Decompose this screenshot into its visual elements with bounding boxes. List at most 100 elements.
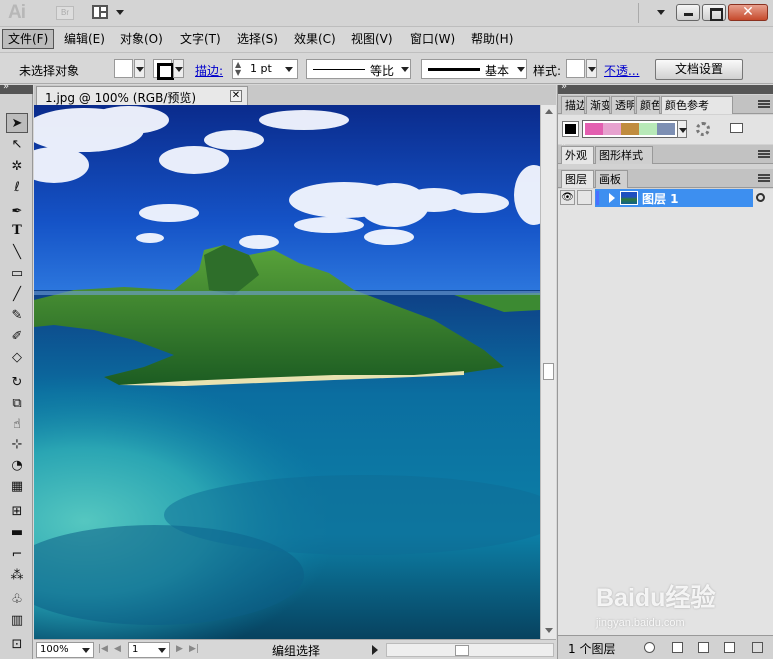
tools-panel-header[interactable] <box>0 81 33 94</box>
workspace-dropdown-icon[interactable] <box>657 10 665 15</box>
spinner-icon[interactable]: ▲ ▼ <box>235 61 241 77</box>
panel-menu-icon[interactable] <box>758 100 770 108</box>
zoom-field[interactable]: 100% <box>36 642 94 658</box>
layer-row[interactable]: 👁 图层 1 <box>558 189 773 207</box>
blend-tool-icon[interactable]: ⁂ <box>6 566 28 586</box>
stroke-weight-field[interactable]: ▲ ▼ 1 pt <box>232 59 298 79</box>
tab-appearance[interactable]: 外观 <box>561 146 594 164</box>
scroll-down-icon[interactable] <box>545 628 553 633</box>
first-artboard-icon[interactable]: |◀ <box>98 644 108 654</box>
artboard-tool-icon[interactable]: ⊡ <box>6 635 28 655</box>
tab-stroke[interactable]: 描边 <box>561 96 585 114</box>
expand-triangle-icon[interactable] <box>609 193 615 203</box>
menu-file[interactable]: 文件(F) <box>2 29 55 49</box>
harmony-swatch[interactable] <box>621 123 639 135</box>
perspective-grid-tool-icon[interactable]: ▦ <box>6 477 28 497</box>
vertical-scroll-thumb[interactable] <box>543 363 554 380</box>
document-setup-button[interactable]: 文档设置 <box>655 59 743 80</box>
warp-tool-icon[interactable]: ☝ <box>6 415 28 435</box>
harmony-swatch[interactable] <box>585 123 603 135</box>
lasso-tool-icon[interactable]: ℓ <box>6 178 28 198</box>
locate-object-icon[interactable] <box>644 642 655 653</box>
column-graph-tool-icon[interactable]: ▥ <box>6 611 28 631</box>
menu-edit[interactable]: 编辑(E) <box>59 29 110 49</box>
panel-menu-icon[interactable] <box>758 174 770 182</box>
tab-gradient[interactable]: 渐变 <box>586 96 610 114</box>
maximize-button[interactable] <box>702 4 726 21</box>
tab-color[interactable]: 颜色 <box>636 96 660 114</box>
trash-icon[interactable] <box>752 642 763 653</box>
artboard-number-field[interactable]: 1 <box>128 642 170 658</box>
edit-colors-icon[interactable] <box>696 122 710 136</box>
bridge-button[interactable]: Br <box>56 6 74 20</box>
tab-layers[interactable]: 图层 <box>561 170 594 188</box>
panel-dock-header[interactable] <box>558 81 773 94</box>
document-tab[interactable]: 1.jpg @ 100% (RGB/预览) ✕ <box>36 86 248 105</box>
menu-window[interactable]: 窗口(W) <box>405 29 460 49</box>
opacity-link[interactable]: 不透... <box>604 62 639 79</box>
horizontal-scroll-thumb[interactable] <box>455 645 469 656</box>
type-tool-icon[interactable]: T <box>6 221 28 241</box>
make-clipping-mask-icon[interactable] <box>672 642 683 653</box>
close-button[interactable]: ✕ <box>728 4 768 21</box>
magic-wand-tool-icon[interactable]: ✲ <box>6 157 28 177</box>
close-tab-icon[interactable]: ✕ <box>230 90 242 102</box>
scale-tool-icon[interactable]: ⧉ <box>6 394 28 414</box>
variable-width-profile[interactable]: 等比 <box>306 59 411 79</box>
eraser-tool-icon[interactable]: ◇ <box>6 348 28 368</box>
menu-effect[interactable]: 效果(C) <box>289 29 341 49</box>
panel-menu-icon[interactable] <box>758 150 770 158</box>
style-dropdown[interactable] <box>586 59 597 78</box>
menu-select[interactable]: 选择(S) <box>232 29 283 49</box>
harmony-swatch[interactable] <box>603 123 621 135</box>
menu-object[interactable]: 对象(O) <box>115 29 168 49</box>
target-circle-icon[interactable] <box>756 193 765 202</box>
new-layer-icon[interactable] <box>724 642 735 653</box>
status-menu-icon[interactable] <box>372 645 378 655</box>
stroke-label[interactable]: 描边: <box>195 62 223 79</box>
eye-icon[interactable]: 👁 <box>560 190 575 205</box>
paintbrush-tool-icon[interactable]: ╱ <box>6 285 28 305</box>
menu-type[interactable]: 文字(T) <box>175 29 226 49</box>
horizontal-scrollbar[interactable] <box>386 643 554 657</box>
layer-name[interactable]: 图层 1 <box>642 190 679 207</box>
lock-toggle[interactable] <box>577 190 592 205</box>
harmony-colors-strip[interactable] <box>582 120 678 138</box>
selection-tool-icon[interactable]: ➤ <box>6 113 28 133</box>
eyedropper-tool-icon[interactable]: ⌐ <box>6 545 28 565</box>
pen-tool-icon[interactable]: ✒ <box>6 202 28 222</box>
rectangle-tool-icon[interactable]: ▭ <box>6 264 28 284</box>
tab-color-guide[interactable]: 颜色参考 <box>661 96 733 114</box>
tab-artboards[interactable]: 画板 <box>595 170 628 188</box>
scroll-up-icon[interactable] <box>545 109 553 114</box>
stroke-dropdown[interactable] <box>173 59 184 78</box>
arrange-documents-icon[interactable] <box>92 5 108 19</box>
minimize-button[interactable] <box>676 4 700 21</box>
brush-definition[interactable]: 基本 <box>421 59 527 79</box>
graphic-style-swatch[interactable] <box>566 59 585 78</box>
harmony-swatch[interactable] <box>639 123 657 135</box>
arrange-dropdown-icon[interactable] <box>116 10 124 15</box>
fill-swatch[interactable] <box>114 59 133 78</box>
save-color-group-icon[interactable] <box>730 123 743 133</box>
rotate-tool-icon[interactable]: ↻ <box>6 373 28 393</box>
pencil-tool-icon[interactable]: ✎ <box>6 306 28 326</box>
next-artboard-icon[interactable]: ▶ <box>176 644 183 654</box>
prev-artboard-icon[interactable]: ◀ <box>114 644 121 654</box>
base-color-swatch[interactable] <box>562 121 579 137</box>
mesh-tool-icon[interactable]: ⊞ <box>6 502 28 522</box>
gradient-tool-icon[interactable]: ▬ <box>6 523 28 543</box>
stroke-swatch[interactable] <box>153 59 174 80</box>
fill-dropdown[interactable] <box>134 59 145 78</box>
status-mode-label[interactable]: 编组选择 <box>272 642 320 659</box>
vertical-scrollbar[interactable] <box>540 105 556 639</box>
free-transform-tool-icon[interactable]: ⊹ <box>6 435 28 455</box>
line-tool-icon[interactable]: ╲ <box>6 243 28 263</box>
harmony-swatch[interactable] <box>657 123 675 135</box>
blob-brush-tool-icon[interactable]: ✐ <box>6 327 28 347</box>
new-sublayer-icon[interactable] <box>698 642 709 653</box>
direct-selection-tool-icon[interactable]: ↖ <box>6 135 28 155</box>
last-artboard-icon[interactable]: ▶| <box>189 644 199 654</box>
shape-builder-tool-icon[interactable]: ◔ <box>6 456 28 476</box>
menu-view[interactable]: 视图(V) <box>346 29 398 49</box>
